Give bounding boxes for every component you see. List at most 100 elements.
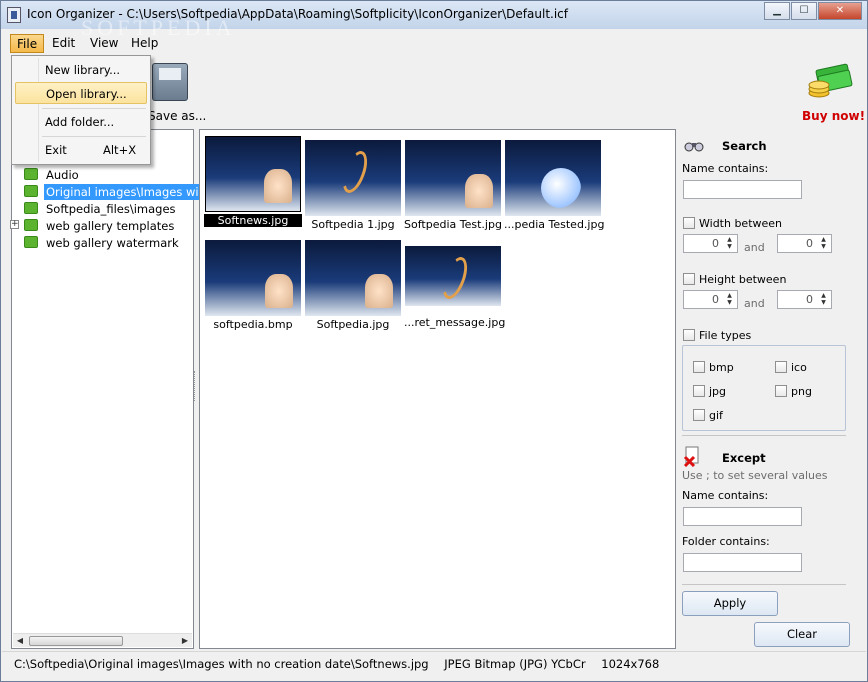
menu-file[interactable]: File [10,34,45,53]
except-hint: Use ; to set several values [682,469,828,482]
height-to-stepper[interactable]: 0 ▲ ▼ [777,290,832,309]
and-label: and [744,241,765,254]
menu-separator [42,108,146,109]
jpg-checkbox[interactable] [693,385,705,397]
bmp-checkbox[interactable] [693,361,705,373]
thumbnail-caption: Softpedia Test.jpg [404,218,502,231]
menu-add-folder[interactable]: Add folder... [15,111,147,133]
scroll-thumb[interactable] [29,636,123,646]
width-to-stepper[interactable]: 0 ▲ ▼ [777,234,832,253]
spin-down-icon[interactable]: ▼ [723,299,736,307]
search-name-input[interactable] [683,180,802,199]
menu-exit[interactable]: Exit Alt+X [15,139,147,161]
apply-button[interactable]: Apply [682,591,778,616]
except-name-label: Name contains: [682,489,769,502]
minimize-button[interactable]: ▁ [764,2,790,20]
thumbnail-caption: ...ret_message.jpg [404,316,506,329]
bmp-label: bmp [709,361,734,374]
maximize-button[interactable]: ☐ [791,2,817,20]
scroll-right-icon[interactable]: ▶ [179,635,191,647]
width-between-checkbox[interactable] [683,217,695,229]
folder-icon [24,219,38,231]
thumbnail-item[interactable]: Softpedia 1.jpg [304,134,402,231]
width-between-label: Width between [699,217,783,230]
binoculars-icon [684,142,704,152]
tree-item[interactable]: Original images\Images wit [24,184,206,200]
spin-down-icon[interactable]: ▼ [817,299,830,307]
menu-bar: File Edit View Help [2,32,866,54]
jpg-label: jpg [709,385,727,398]
thumbnail-caption: ...pedia Tested.jpg [504,218,605,231]
except-folder-label: Folder contains: [682,535,770,548]
tree-item[interactable]: web gallery watermark [24,235,181,251]
save-as-label[interactable]: Save as... [148,109,206,123]
thumbnail-grid: Softnews.jpg Softpedia 1.jpg Softpedia T… [199,129,676,649]
folder-tree[interactable]: Audio Original images\Images wit Softped… [10,129,206,649]
thumbnail-item[interactable]: Softpedia.jpg [304,234,402,331]
ico-checkbox[interactable] [775,361,787,373]
folder-icon [24,236,38,248]
menu-open-library[interactable]: Open library... [15,82,147,104]
gif-label: gif [709,409,723,422]
width-from-stepper[interactable]: 0 ▲ ▼ [683,234,738,253]
thumbnail-image [205,136,301,212]
file-types-label: File types [699,329,752,342]
except-name-input[interactable] [683,507,802,526]
thumbnail-item[interactable]: softpedia.bmp [204,234,302,331]
except-folder-input[interactable] [683,553,802,572]
menu-view[interactable]: View [84,34,124,53]
height-between-checkbox[interactable] [683,273,695,285]
menu-separator [42,136,146,137]
thumbnail-image [505,140,601,216]
close-button[interactable]: ✕ [818,2,862,20]
folder-icon [24,168,38,180]
thumbnail-caption: Softnews.jpg [204,214,302,227]
folder-icon [24,185,38,197]
money-stack-icon[interactable] [807,63,853,103]
tree-item[interactable]: + web gallery templates [10,218,176,234]
thumbnail-image [305,240,401,316]
thumbnail-item[interactable]: Softpedia Test.jpg [404,134,502,231]
height-from-stepper[interactable]: 0 ▲ ▼ [683,290,738,309]
thumbnail-item[interactable]: ...pedia Tested.jpg [504,134,605,231]
thumbnail-caption: softpedia.bmp [213,318,293,331]
thumbnail-item[interactable]: ...ret_message.jpg [404,240,506,336]
buy-now-link[interactable]: Buy now! [802,109,865,123]
horizontal-scrollbar[interactable]: ◀ ▶ [13,633,192,647]
spin-down-icon[interactable]: ▼ [723,243,736,251]
thumbnail-image [305,140,401,216]
pane-splitter[interactable] [194,371,197,401]
status-path: C:\Softpedia\Original images\Images with… [14,657,429,671]
except-title: Except [722,451,766,465]
divider [682,435,846,436]
scroll-left-icon[interactable]: ◀ [14,635,26,647]
file-types-checkbox[interactable] [683,329,695,341]
height-between-label: Height between [699,273,787,286]
spin-down-icon[interactable]: ▼ [817,243,830,251]
gif-checkbox[interactable] [693,409,705,421]
search-panel: Search Name contains: Width between 0 ▲ … [678,129,864,649]
except-icon [683,446,699,467]
menu-help[interactable]: Help [125,34,164,53]
clear-button[interactable]: Clear [754,622,850,647]
save-as-icon[interactable] [152,63,188,101]
exit-shortcut: Alt+X [103,143,137,157]
search-title: Search [722,139,767,153]
file-menu-dropdown: New library... Open library... Add folde… [11,55,151,165]
thumbnail-item[interactable]: Softnews.jpg [204,130,302,227]
expand-icon[interactable]: + [10,220,19,229]
name-contains-label: Name contains: [682,162,769,175]
tree-item[interactable]: Audio [24,167,81,183]
app-icon [7,7,21,23]
thumbnail-caption: Softpedia.jpg [316,318,390,331]
app-window: Icon Organizer - C:\Users\Softpedia\AppD… [0,0,868,682]
menu-new-library[interactable]: New library... [15,59,147,81]
thumbnail-image [405,246,501,306]
menu-edit[interactable]: Edit [46,34,81,53]
png-checkbox[interactable] [775,385,787,397]
tree-item[interactable]: Softpedia_files\images [24,201,178,217]
folder-icon [24,202,38,214]
status-format: JPEG Bitmap (JPG) YCbCr [444,657,586,671]
title-bar[interactable]: Icon Organizer - C:\Users\Softpedia\AppD… [1,1,867,40]
png-label: png [791,385,812,398]
